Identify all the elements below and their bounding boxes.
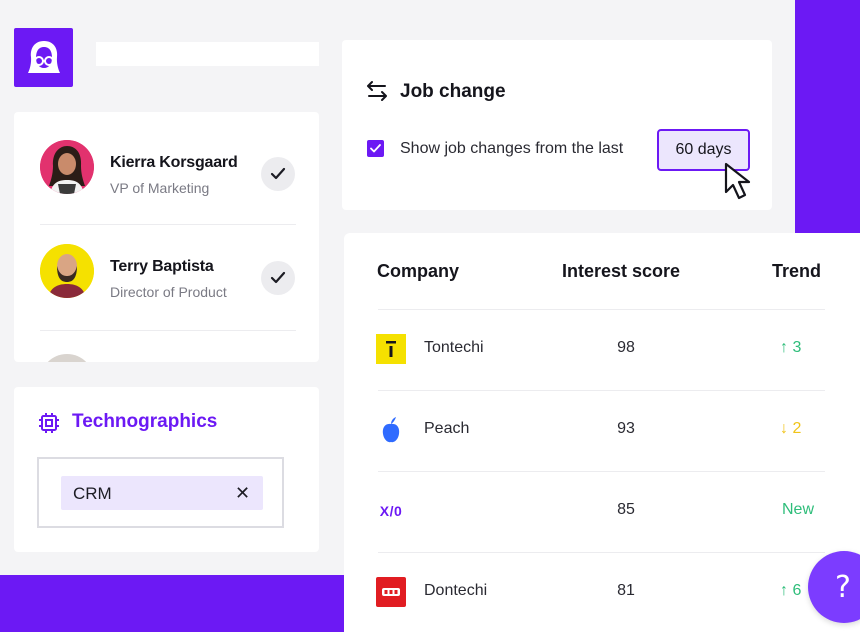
cursor-icon	[724, 162, 751, 200]
table-row[interactable]: X/0 85 New	[344, 471, 860, 552]
avatar	[40, 244, 94, 298]
girl-with-glasses-logo-icon	[27, 40, 60, 73]
tontechi-logo-icon	[376, 334, 406, 364]
divider	[40, 330, 296, 331]
peach-logo-icon	[376, 415, 406, 445]
swap-arrows-icon	[367, 81, 387, 101]
contact-row[interactable]: Terry Baptista Director of Product	[14, 216, 319, 320]
avatar	[40, 140, 94, 194]
help-icon: ?	[835, 569, 851, 605]
check-icon	[270, 271, 286, 284]
contact-title: Director of Product	[110, 284, 227, 300]
job-change-label: Show job changes from the last	[400, 140, 624, 157]
table-row[interactable]: Dontechi 81 ↑ 6	[344, 552, 860, 632]
app-logo[interactable]	[14, 28, 73, 87]
dontechi-logo-icon	[376, 577, 406, 607]
trend-value: ↑ 3	[780, 339, 802, 356]
approve-button[interactable]	[261, 157, 295, 191]
trend-value: ↓ 2	[780, 420, 802, 437]
job-change-title: Job change	[400, 81, 506, 102]
contact-name: Terry Baptista	[110, 258, 214, 275]
table-row[interactable]: Tontechi 98 ↑ 3	[344, 309, 860, 390]
company-name: Dontechi	[424, 582, 488, 599]
company-name: Peach	[424, 420, 470, 437]
column-header-score[interactable]: Interest score	[562, 261, 680, 282]
contact-title: VP of Marketing	[110, 180, 210, 196]
contact-name: Kierra Korsgaard	[110, 154, 238, 171]
company-name: Tontechi	[424, 339, 484, 356]
search-bar[interactable]	[96, 42, 319, 66]
table-row[interactable]: Peach 93 ↓ 2	[344, 390, 860, 471]
column-header-trend[interactable]: Trend	[772, 261, 821, 282]
interest-score: 98	[617, 339, 635, 356]
job-change-checkbox[interactable]	[367, 140, 384, 157]
tag-label: CRM	[73, 484, 112, 503]
interest-score: 93	[617, 420, 635, 437]
chip-icon	[39, 413, 59, 433]
contacts-card: Kierra Korsgaard VP of Marketing Terry B…	[14, 112, 319, 362]
trend-value: ↑ 6	[780, 582, 802, 599]
company-table: Company Interest score Trend Tontechi 98…	[344, 233, 860, 632]
x0-logo-icon: X/0	[379, 503, 403, 519]
interest-score: 81	[617, 582, 635, 599]
tag-input[interactable]: CRM ✕	[37, 457, 284, 528]
contact-row[interactable]: Kierra Korsgaard VP of Marketing	[14, 112, 319, 216]
check-icon	[370, 144, 381, 153]
technographics-card: Technographics CRM ✕	[14, 387, 319, 552]
avatar	[40, 354, 94, 362]
technographics-title: Technographics	[72, 411, 218, 432]
job-change-card: Job change Show job changes from the las…	[342, 40, 772, 210]
column-header-company[interactable]: Company	[377, 261, 459, 282]
check-icon	[270, 167, 286, 180]
tag-chip: CRM ✕	[61, 476, 263, 510]
close-icon[interactable]: ✕	[235, 483, 250, 504]
interest-score: 85	[617, 501, 635, 518]
trend-value: New	[782, 501, 815, 518]
approve-button[interactable]	[261, 261, 295, 295]
